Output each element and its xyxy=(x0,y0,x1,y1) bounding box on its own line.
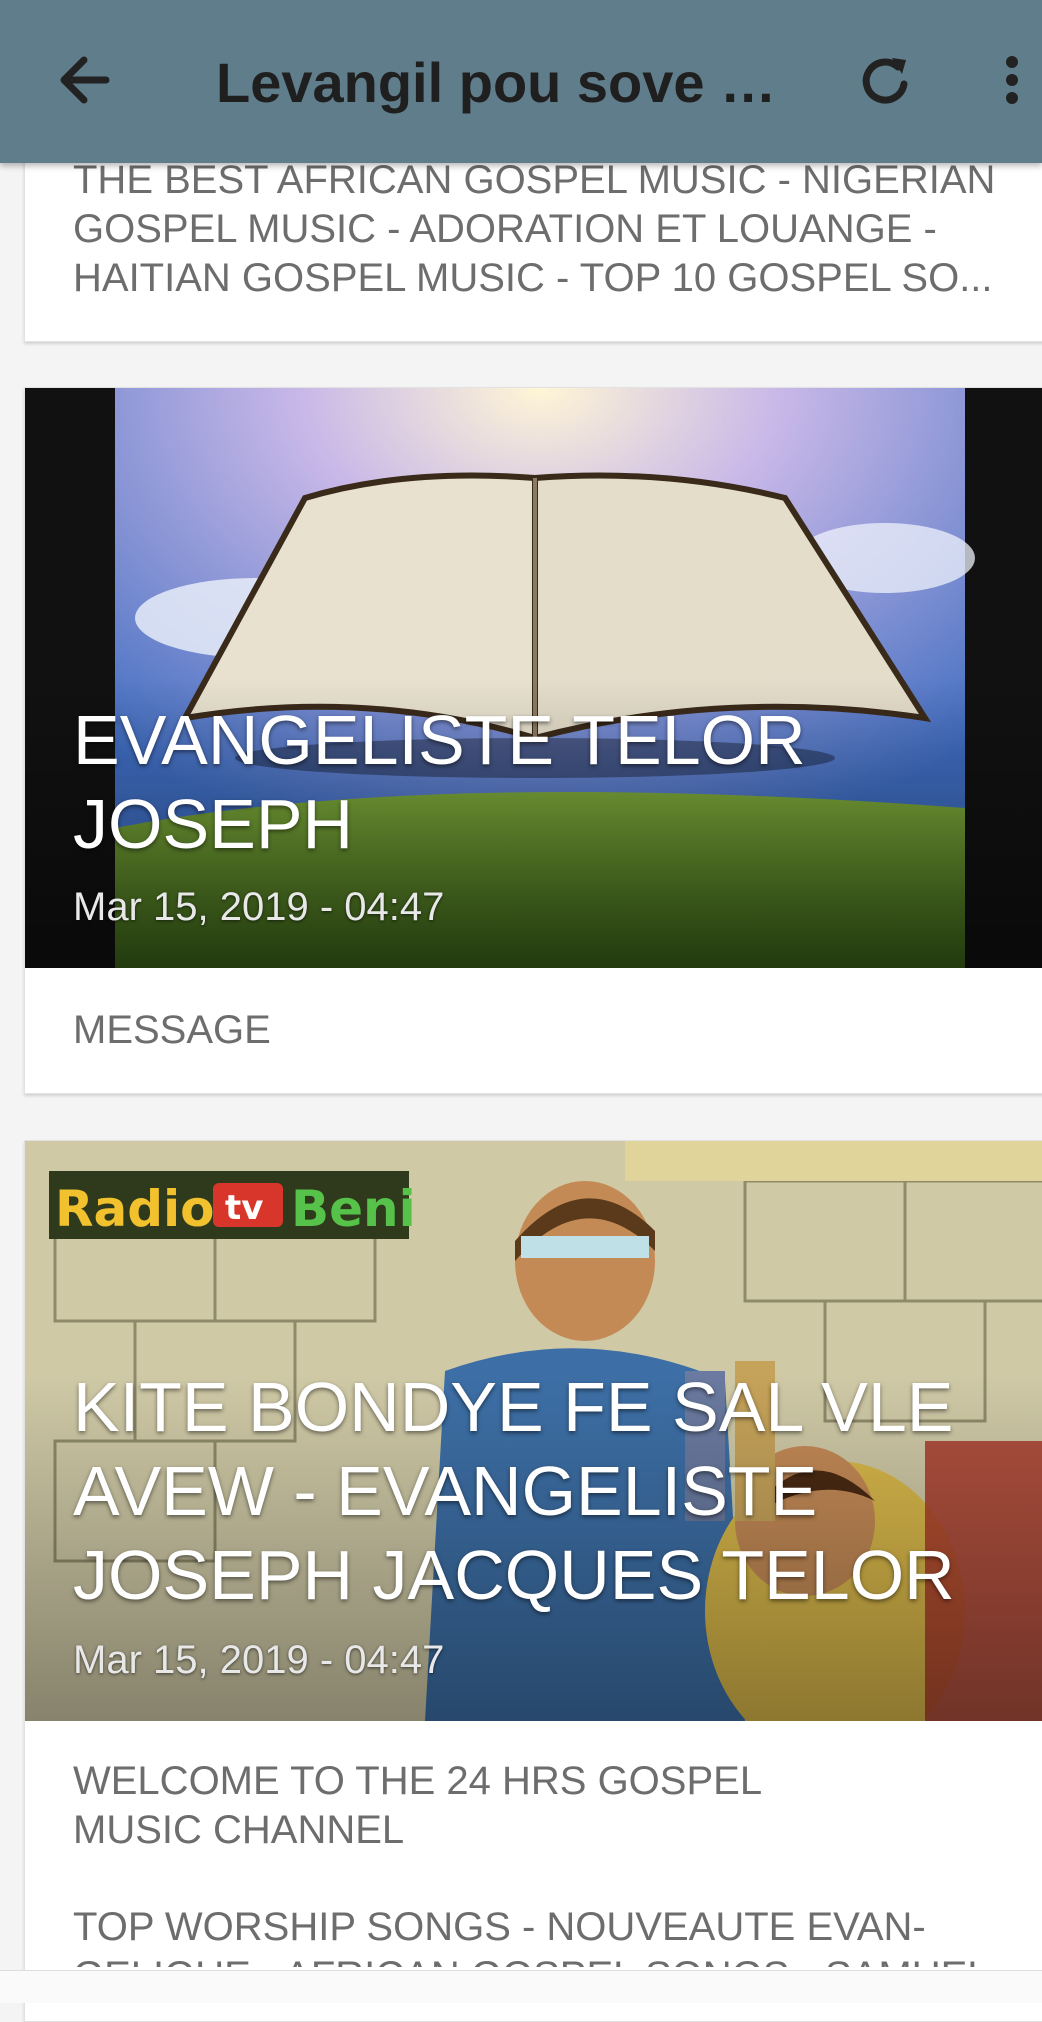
card-description: WELCOME TO THE 24 HRS GOSPEL MUSIC CHANN… xyxy=(73,1759,761,1852)
card-description: THE BEST AFRICAN GOSPEL MUSIC - NIGERIAN… xyxy=(73,158,996,300)
refresh-icon xyxy=(862,58,908,104)
card-title: KITE BONDYE FE SAL VLE AVEW - EVANGELIST… xyxy=(73,1368,955,1614)
back-button[interactable] xyxy=(50,40,120,120)
page-title: Levangil pou sove n... xyxy=(216,51,796,114)
app-bar: Levangil pou sove n... xyxy=(0,0,1042,163)
refresh-button[interactable] xyxy=(852,40,922,120)
open-bible-image xyxy=(25,388,1042,968)
card-date: Mar 15, 2019 - 04:47 xyxy=(73,885,445,929)
card-title: EVANGELISTE TELOR JOSEPH xyxy=(73,701,806,863)
svg-text:Beni: Beni xyxy=(291,1180,416,1238)
more-vert-icon xyxy=(1006,56,1018,104)
card-description: MESSAGE xyxy=(73,1008,271,1052)
card-date: Mar 15, 2019 - 04:47 xyxy=(73,1638,445,1682)
more-options-button[interactable] xyxy=(990,40,1042,120)
card-thumbnail: EVANGELISTE TELOR JOSEPH Mar 15, 2019 - … xyxy=(25,388,1042,968)
card-description-more: TOP WORSHIP SONGS - NOUVEAUTE EVAN- GELI… xyxy=(73,1905,990,1967)
card-thumbnail: Radio tv Beni KITE BONDYE FE SAL VLE AVE… xyxy=(25,1141,1042,1721)
feed-card[interactable]: EVANGELISTE TELOR JOSEPH Mar 15, 2019 - … xyxy=(24,387,1042,1094)
arrow-left-icon xyxy=(60,56,110,104)
svg-text:tv: tv xyxy=(225,1188,263,1228)
bottom-edge xyxy=(0,1970,1042,2003)
feed-card[interactable]: Radio tv Beni KITE BONDYE FE SAL VLE AVE… xyxy=(24,1140,1042,2022)
radio-tv-beni-logo: Radio xyxy=(55,1180,215,1238)
